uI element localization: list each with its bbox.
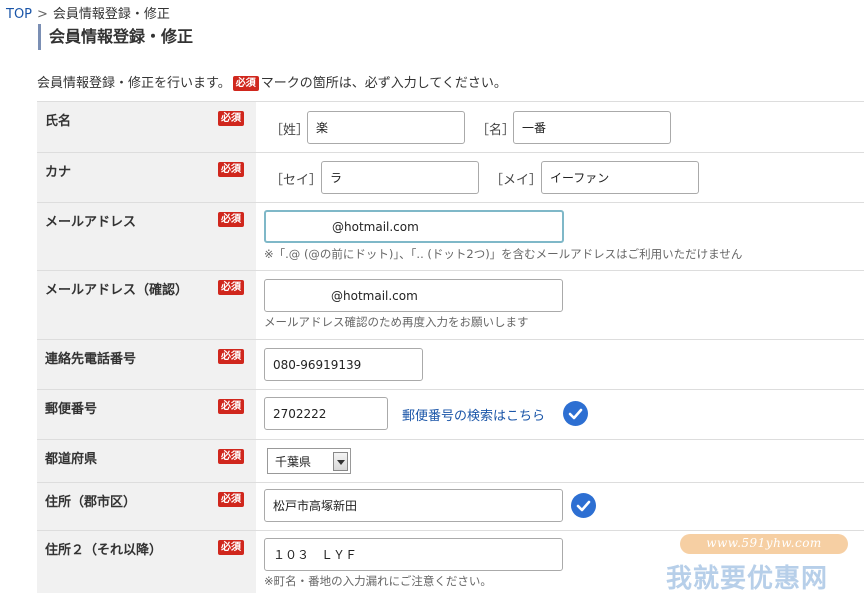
mei-kana-label: ［メイ］ — [490, 173, 543, 188]
intro-before: 会員情報登録・修正を行います。 — [37, 76, 231, 91]
first-name-kana-input[interactable] — [541, 161, 699, 194]
label-cell: カナ 必須 — [37, 153, 256, 202]
check-circle-icon — [563, 401, 588, 426]
form-row-kana: カナ 必須 ［セイ］ ［メイ］ — [37, 153, 864, 203]
breadcrumb: TOP > 会員情報登録・修正 — [6, 3, 170, 22]
required-badge: 必須 — [218, 349, 244, 364]
breadcrumb-separator: > — [37, 7, 48, 22]
email-confirm-input[interactable] — [264, 279, 563, 312]
name-label: 氏名 — [45, 114, 72, 129]
label-cell: 氏名 必須 — [37, 102, 256, 152]
member-form: 氏名 必須 ［姓］ ［名］ カナ 必須 ［セイ］ ［メイ］ メールアドレス 必須 — [37, 101, 864, 593]
label-cell: 郵便番号 必須 — [37, 390, 256, 439]
address2-label: 住所２（それ以降） — [45, 543, 163, 558]
address2-note: ※町名・番地の入力漏れにご注意ください。 — [264, 574, 492, 588]
value-cell: 千葉県 — [256, 440, 864, 482]
address1-label: 住所（郡市区） — [45, 495, 137, 510]
email-confirm-label: メールアドレス（確認） — [45, 283, 189, 298]
label-cell: 連絡先電話番号 必須 — [37, 340, 256, 389]
form-row-postal: 郵便番号 必須 郵便番号の検索はこちら — [37, 390, 864, 440]
value-cell — [256, 483, 864, 530]
breadcrumb-current: 会員情報登録・修正 — [52, 7, 170, 22]
label-cell: メールアドレス（確認） 必須 — [37, 271, 256, 339]
required-badge: 必須 — [218, 399, 244, 414]
phone-input[interactable] — [264, 348, 423, 381]
last-name-kana-input[interactable] — [321, 161, 479, 194]
prefecture-label: 都道府県 — [45, 452, 98, 467]
form-row-address1: 住所（郡市区） 必須 — [37, 483, 864, 531]
page-title: 会員情報登録・修正 — [38, 24, 193, 50]
required-badge: 必須 — [218, 449, 244, 464]
prefecture-select[interactable]: 千葉県 — [267, 448, 351, 474]
form-row-email-confirm: メールアドレス（確認） 必須 メールアドレス確認のため再度入力をお願いします — [37, 271, 864, 340]
form-row-phone: 連絡先電話番号 必須 — [37, 340, 864, 390]
email-confirm-note: メールアドレス確認のため再度入力をお願いします — [264, 315, 529, 329]
value-cell: メールアドレス確認のため再度入力をお願いします — [256, 271, 864, 339]
prefecture-selected-value: 千葉県 — [275, 455, 312, 469]
kana-label: カナ — [45, 165, 72, 180]
label-cell: 住所（郡市区） 必須 — [37, 483, 256, 530]
form-row-name: 氏名 必須 ［姓］ ［名］ — [37, 102, 864, 153]
sei-kana-label: ［セイ］ — [270, 173, 323, 188]
required-badge: 必須 — [218, 212, 244, 227]
breadcrumb-top-link[interactable]: TOP — [6, 7, 32, 22]
watermark: www.591yhw.com 我就要优惠网 — [664, 534, 854, 594]
form-row-prefecture: 都道府県 必須 千葉県 — [37, 440, 864, 483]
value-cell: ［姓］ ［名］ — [256, 102, 864, 152]
email-input[interactable] — [264, 210, 564, 243]
address2-input[interactable] — [264, 538, 563, 571]
label-cell: 都道府県 必須 — [37, 440, 256, 482]
label-cell: メールアドレス 必須 — [37, 203, 256, 270]
required-badge: 必須 — [218, 492, 244, 507]
value-cell: 郵便番号の検索はこちら — [256, 390, 864, 439]
value-cell — [256, 340, 864, 389]
required-badge: 必須 — [218, 111, 244, 126]
email-note: ※「.@ (@の前にドット)」、「.. (ドット2つ)」を含むメールアドレスはご… — [264, 247, 743, 261]
required-badge: 必須 — [218, 280, 244, 295]
sei-label: ［姓］ — [270, 123, 310, 138]
required-badge: 必須 — [218, 540, 244, 555]
chevron-down-icon[interactable] — [333, 452, 348, 471]
postal-input[interactable] — [264, 397, 388, 430]
first-name-input[interactable] — [513, 111, 671, 144]
value-cell: ※「.@ (@の前にドット)」、「.. (ドット2つ)」を含むメールアドレスはご… — [256, 203, 864, 270]
form-row-email: メールアドレス 必須 ※「.@ (@の前にドット)」、「.. (ドット2つ)」を… — [37, 203, 864, 271]
check-circle-icon — [571, 493, 596, 518]
last-name-input[interactable] — [307, 111, 465, 144]
phone-label: 連絡先電話番号 — [45, 352, 137, 367]
email-label: メールアドレス — [45, 215, 137, 230]
address1-input[interactable] — [264, 489, 563, 522]
watermark-url: www.591yhw.com — [706, 536, 822, 550]
required-badge: 必須 — [218, 162, 244, 177]
required-badge: 必須 — [232, 76, 259, 91]
label-cell: 住所２（それ以降） 必須 — [37, 531, 256, 593]
intro-text: 会員情報登録・修正を行います。 必須 マークの箇所は、必ず入力してください。 — [37, 72, 507, 91]
watermark-text: 我就要优惠网 — [666, 564, 829, 594]
postal-search-link[interactable]: 郵便番号の検索はこちら — [402, 405, 545, 424]
mei-label: ［名］ — [476, 123, 516, 138]
value-cell: ［セイ］ ［メイ］ — [256, 153, 864, 202]
postal-label: 郵便番号 — [45, 402, 98, 417]
intro-after: マークの箇所は、必ず入力してください。 — [260, 76, 507, 91]
